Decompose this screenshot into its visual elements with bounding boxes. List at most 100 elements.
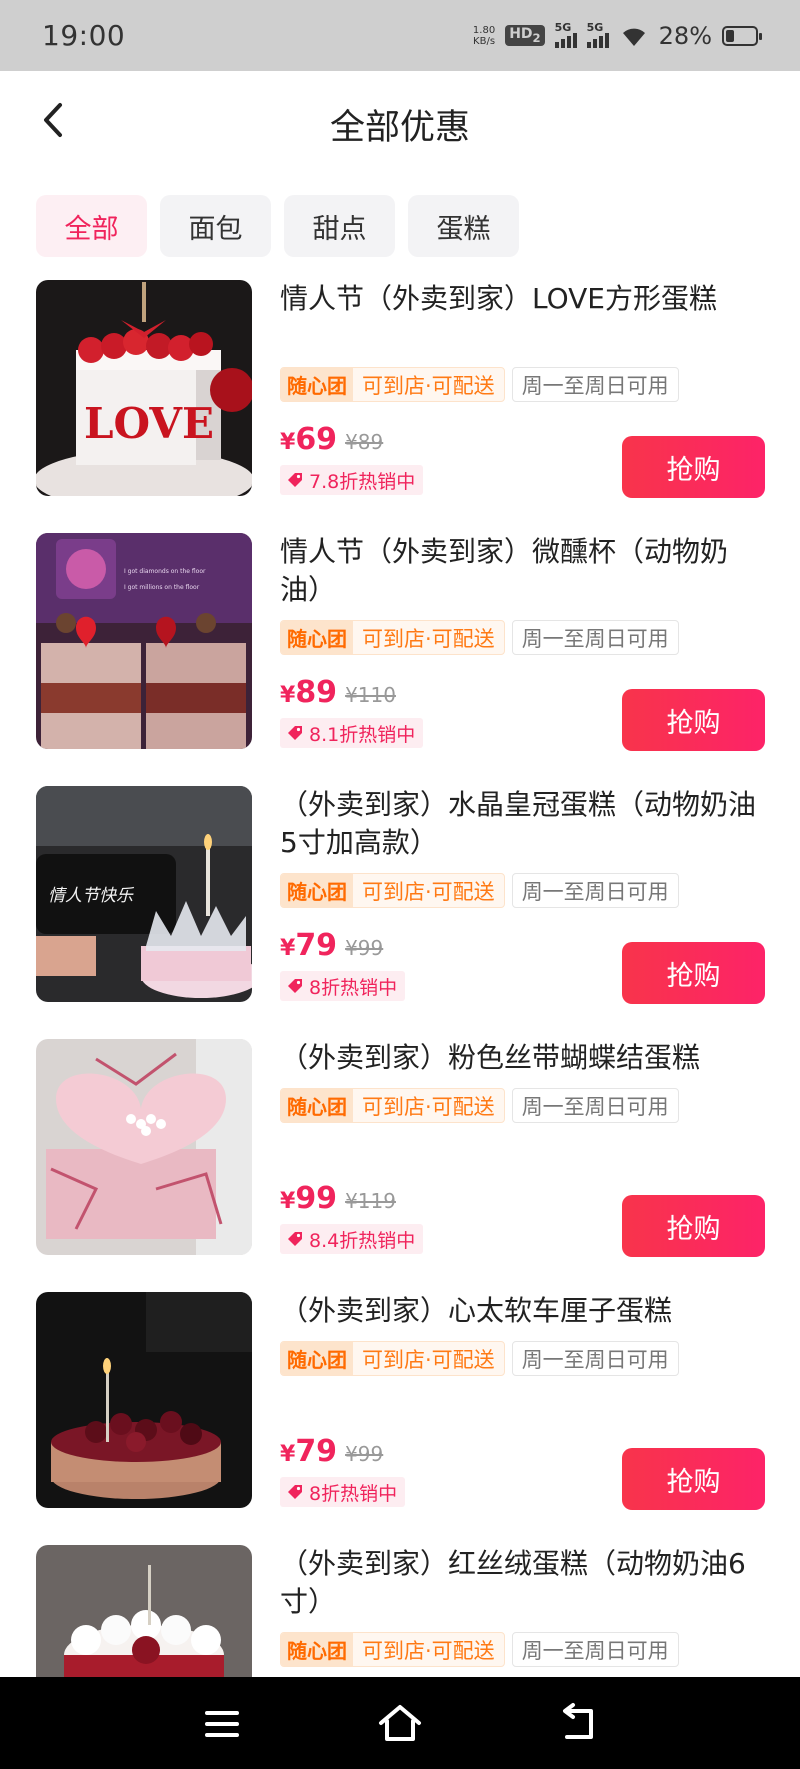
item-title[interactable]: （外卖到家）水晶皇冠蛋糕（动物奶油5寸加高款）: [280, 786, 760, 862]
item-tags: 随心团 可到店·可配送 周一至周日可用: [280, 873, 679, 908]
discount-badge: 8折热销中: [280, 971, 406, 1001]
product-image[interactable]: [36, 1292, 252, 1508]
price-row: ¥79 ¥99: [280, 1434, 383, 1469]
cake-love-text: LOVE: [84, 399, 214, 448]
product-image[interactable]: 情人节快乐: [36, 786, 252, 1002]
category-tabs: 全部 面包 甜点 蛋糕: [36, 195, 519, 257]
discount-text: 8折热销中: [309, 976, 398, 999]
currency-symbol: ¥: [280, 430, 296, 455]
list-item[interactable]: （外卖到家）粉色丝带蝴蝶结蛋糕 随心团 可到店·可配送 周一至周日可用 ¥99 …: [0, 1039, 800, 1292]
discount-badge: 8.4折热销中: [280, 1224, 424, 1254]
price-value: 79: [295, 1434, 338, 1469]
cup-lyric-line-2: I got millions on the floor: [124, 584, 200, 591]
buy-button[interactable]: 抢购: [622, 689, 765, 751]
original-price: ¥119: [345, 1189, 396, 1213]
currency-symbol: ¥: [280, 1442, 296, 1467]
list-item[interactable]: （外卖到家）心太软车厘子蛋糕 随心团 可到店·可配送 周一至周日可用 ¥79 ¥…: [0, 1292, 800, 1545]
currency-symbol: ¥: [280, 1189, 296, 1214]
cup-lyric-line-1: I got diamonds on the floor: [124, 568, 206, 575]
home-icon[interactable]: [375, 1699, 425, 1749]
availability-tag: 周一至周日可用: [511, 367, 679, 402]
network-speed-unit: KB/s: [473, 35, 496, 47]
currency-symbol: ¥: [280, 936, 296, 961]
tag-icon: [288, 473, 302, 487]
current-price: ¥69: [280, 422, 337, 457]
buy-button[interactable]: 抢购: [622, 1448, 765, 1510]
back-arrow-icon[interactable]: [553, 1699, 603, 1749]
group-buy-label: 随心团: [281, 1342, 353, 1375]
service-mode-label: 可到店·可配送: [362, 373, 495, 398]
tag-icon: [288, 1485, 302, 1499]
network-speed-value: 1.80: [472, 24, 496, 36]
service-mode-label: 可到店·可配送: [362, 1347, 495, 1372]
group-buy-label: 随心团: [281, 1089, 353, 1122]
buy-button[interactable]: 抢购: [622, 1195, 765, 1257]
original-price: ¥99: [345, 1442, 384, 1466]
discount-badge: 7.8折热销中: [280, 465, 424, 495]
buy-button[interactable]: 抢购: [622, 942, 765, 1004]
price-row: ¥99 ¥119: [280, 1181, 396, 1216]
price-row: ¥89 ¥110: [280, 675, 396, 710]
hd-icon: HD2: [505, 25, 545, 46]
group-buy-label: 随心团: [281, 368, 353, 401]
product-image[interactable]: I got diamonds on the floor I got millio…: [36, 533, 252, 749]
item-tags: 随心团 可到店·可配送 周一至周日可用: [280, 620, 679, 655]
current-price: ¥99: [280, 1181, 337, 1216]
item-tags: 随心团 可到店·可配送 周一至周日可用: [280, 1632, 679, 1667]
card-text: 情人节快乐: [48, 886, 135, 906]
hd-label: HD: [509, 26, 533, 43]
group-buy-tag: 随心团 可到店·可配送: [280, 873, 505, 908]
network-speed: 1.80 KB/s: [473, 25, 495, 47]
service-mode-label: 可到店·可配送: [362, 1638, 495, 1663]
tab-dessert[interactable]: 甜点: [284, 195, 395, 257]
price-value: 99: [295, 1181, 338, 1216]
price-row: ¥69 ¥89: [280, 422, 383, 457]
list-item[interactable]: I got diamonds on the floor I got millio…: [0, 533, 800, 786]
product-image[interactable]: [36, 1039, 252, 1255]
group-buy-label: 随心团: [281, 874, 353, 907]
availability-tag: 周一至周日可用: [511, 1341, 679, 1376]
list-item[interactable]: 情人节快乐 （外卖到家）水晶皇冠蛋糕（动物奶油5寸加高款） 随心团 可到店·可配…: [0, 786, 800, 1039]
availability-tag: 周一至周日可用: [511, 620, 679, 655]
item-title[interactable]: （外卖到家）粉色丝带蝴蝶结蛋糕: [280, 1039, 760, 1077]
item-title[interactable]: 情人节（外卖到家）LOVE方形蛋糕: [280, 280, 760, 318]
hd-sub-label: 2: [532, 30, 541, 45]
discount-text: 7.8折热销中: [309, 470, 416, 493]
service-mode-label: 可到店·可配送: [362, 879, 495, 904]
currency-symbol: ¥: [280, 683, 296, 708]
current-price: ¥89: [280, 675, 337, 710]
price-value: 79: [295, 928, 338, 963]
discount-text: 8.1折热销中: [309, 723, 416, 746]
group-buy-tag: 随心团 可到店·可配送: [280, 1341, 505, 1376]
item-title[interactable]: （外卖到家）心太软车厘子蛋糕: [280, 1292, 760, 1330]
original-price: ¥110: [345, 683, 396, 707]
signal-label: 5G: [554, 21, 572, 34]
tab-bread[interactable]: 面包: [160, 195, 271, 257]
price-value: 89: [295, 675, 338, 710]
discount-text: 8.4折热销中: [309, 1229, 416, 1252]
item-title[interactable]: 情人节（外卖到家）微醺杯（动物奶油）: [280, 533, 760, 609]
tab-all[interactable]: 全部: [36, 195, 147, 257]
product-image[interactable]: LOVE: [36, 280, 252, 496]
menu-icon[interactable]: [197, 1699, 247, 1749]
service-mode-label: 可到店·可配送: [362, 1094, 495, 1119]
item-title[interactable]: （外卖到家）红丝绒蛋糕（动物奶油6寸）: [280, 1545, 760, 1621]
system-nav-bar: [0, 1677, 800, 1769]
signal-icon: 5G: [554, 21, 577, 48]
group-buy-label: 随心团: [281, 1633, 353, 1666]
item-tags: 随心团 可到店·可配送 周一至周日可用: [280, 1341, 679, 1376]
discount-text: 8折热销中: [309, 1482, 398, 1505]
availability-tag: 周一至周日可用: [511, 1088, 679, 1123]
tag-icon: [288, 979, 302, 993]
discount-badge: 8.1折热销中: [280, 718, 424, 748]
signal-icon-2: 5G: [586, 21, 609, 48]
original-price: ¥99: [345, 936, 384, 960]
tag-icon: [288, 1232, 302, 1246]
buy-button[interactable]: 抢购: [622, 436, 765, 498]
list-item[interactable]: LOVE 情人节（外卖到家）LOVE方形蛋糕 随心团 可到店·可配送 周一至周日…: [0, 280, 800, 533]
tab-cake[interactable]: 蛋糕: [408, 195, 519, 257]
battery-icon: [722, 25, 762, 46]
status-indicators: 1.80 KB/s HD2 5G 5G 28%: [473, 21, 762, 50]
original-price: ¥89: [345, 430, 384, 454]
item-tags: 随心团 可到店·可配送 周一至周日可用: [280, 367, 679, 402]
